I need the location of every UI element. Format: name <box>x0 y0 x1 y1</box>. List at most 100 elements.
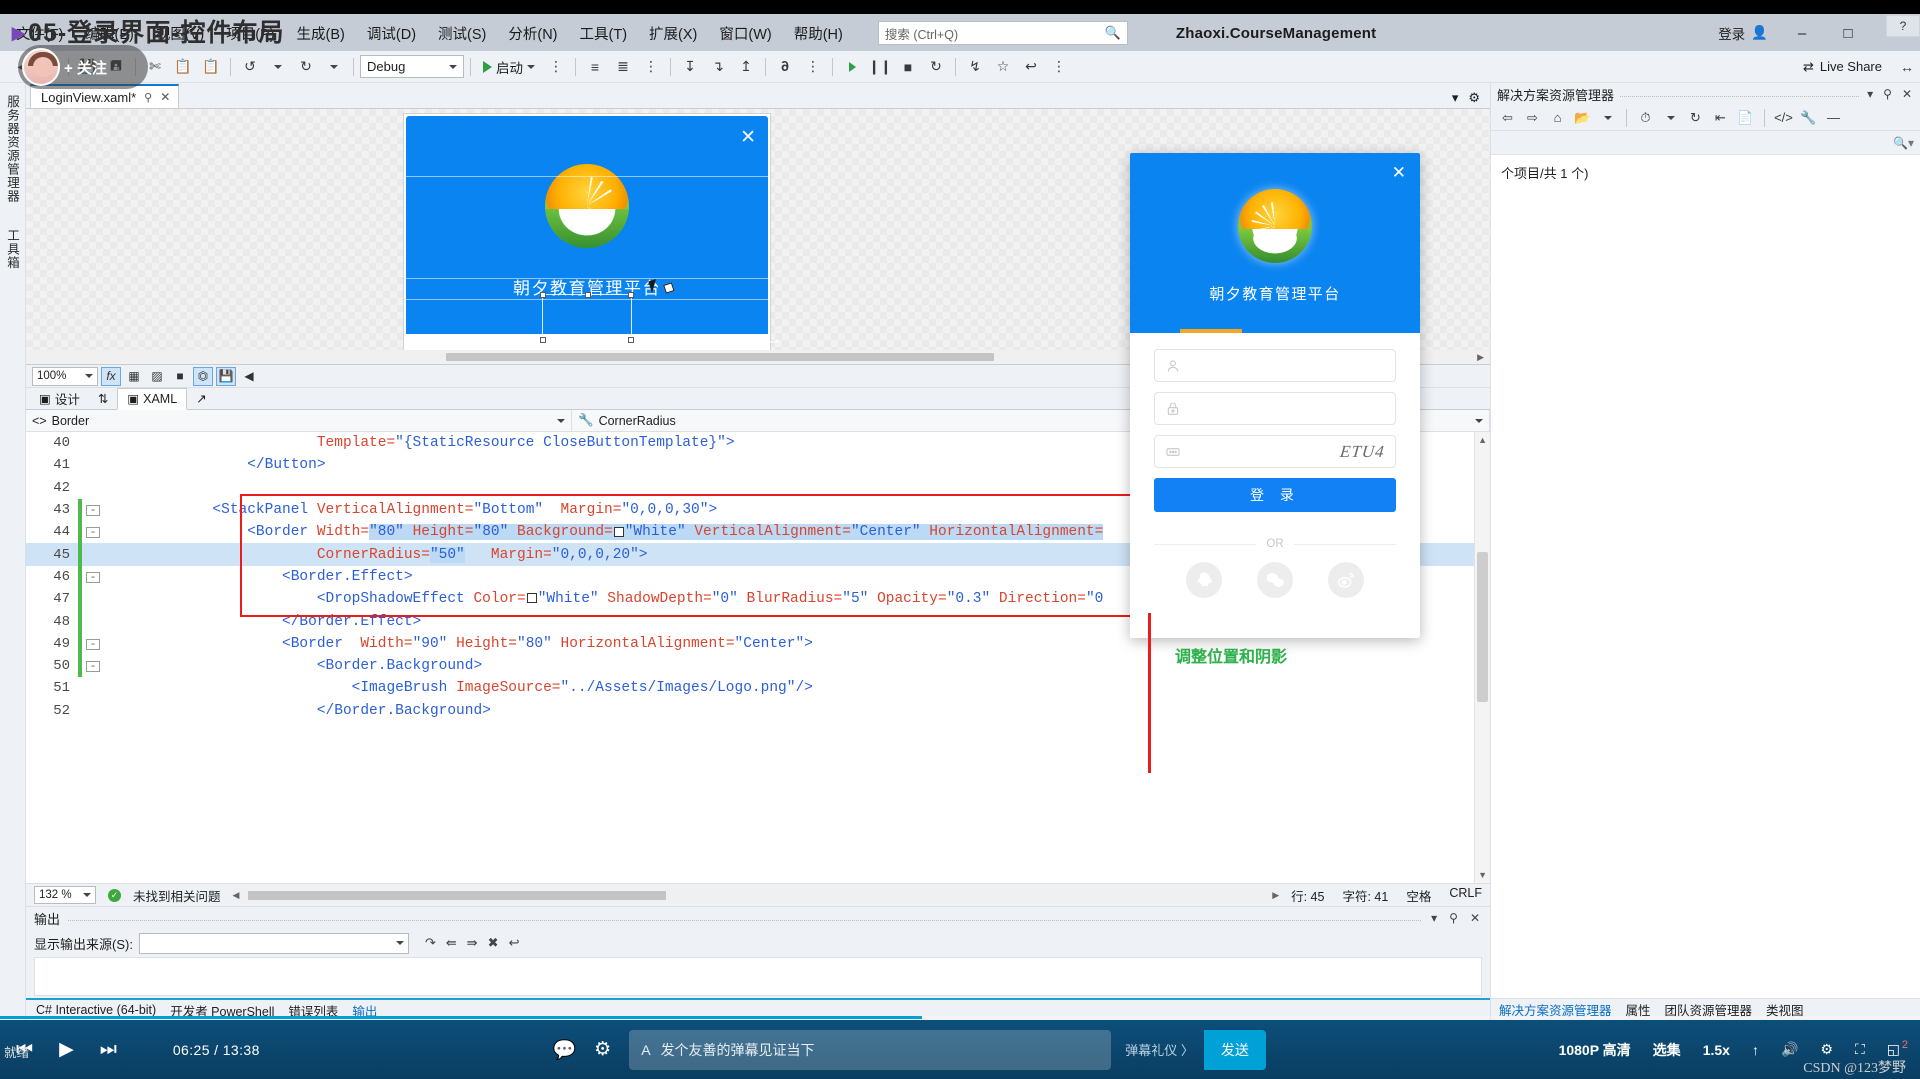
grid-icon[interactable]: ▦ <box>124 367 144 386</box>
clear-all-icon[interactable]: ✖ <box>488 935 499 951</box>
resize-handle-ne[interactable] <box>628 292 634 298</box>
swap-panes-button[interactable]: ⇅ <box>89 389 117 408</box>
pin-icon[interactable]: ⚲ <box>1881 87 1894 101</box>
resize-handle-n[interactable] <box>585 292 591 298</box>
tab-xaml-view[interactable]: ▣ XAML <box>117 387 188 410</box>
hscroll-left-arrow[interactable]: ◀ <box>233 890 240 901</box>
collapse-all-icon[interactable]: ⇤ <box>1710 107 1731 128</box>
chevron-down-icon[interactable]: ▾ <box>1452 90 1459 106</box>
paste-icon[interactable]: 📋 <box>198 55 224 79</box>
menu-item-test[interactable]: 测试(S) <box>427 18 497 49</box>
back-icon[interactable]: ⇦ <box>1497 107 1518 128</box>
redo-dropdown-icon[interactable] <box>321 55 347 79</box>
danmaku-settings-icon[interactable]: ⚙ <box>594 1038 611 1061</box>
sign-in-button[interactable]: 登录 👤 <box>1708 19 1778 47</box>
output-source-select[interactable] <box>138 932 409 954</box>
episodes-button[interactable]: 选集 <box>1653 1040 1681 1060</box>
fold-toggle[interactable]: - <box>86 505 100 517</box>
solution-explorer-tree[interactable]: 个项目/共 1 个) <box>1491 155 1920 998</box>
word-wrap-icon[interactable]: ↩ <box>509 935 520 951</box>
login-close-icon[interactable]: ✕ <box>1392 163 1406 183</box>
hscroll-thumb[interactable] <box>248 890 667 900</box>
menu-item-build[interactable]: 生成(B) <box>286 18 356 49</box>
margin-adorner-left[interactable]: ↼⇀ <box>406 334 428 350</box>
chevron-down-icon[interactable]: ▾ <box>1865 87 1875 101</box>
danmaku-etiquette-link[interactable]: 弹幕礼仪 〉 <box>1125 1040 1194 1059</box>
home-icon[interactable]: ⌂ <box>1547 107 1568 128</box>
chevron-down-icon[interactable]: ▾ <box>1429 911 1439 925</box>
quick-search-input[interactable]: 搜索 (Ctrl+Q) 🔍 <box>877 21 1128 45</box>
scroll-down-arrow[interactable]: ▼ <box>1478 870 1487 880</box>
minimize-button[interactable]: – <box>1780 18 1824 48</box>
fullscreen-icon[interactable]: ◱ 2 <box>1887 1039 1908 1058</box>
scroll-up-arrow[interactable]: ▲ <box>1478 435 1487 445</box>
rail-item-server-explorer[interactable]: 服务器资源管理器 <box>3 95 22 203</box>
restart-icon[interactable]: ↻ <box>923 55 949 79</box>
settings-icon[interactable]: ⚙ <box>1820 1041 1833 1058</box>
tab-csharp-interactive[interactable]: C# Interactive (64-bit) <box>36 1003 156 1017</box>
goto-prev-icon[interactable]: ⇚ <box>446 935 457 951</box>
step-out-icon[interactable]: ↥ <box>733 55 759 79</box>
redo-icon[interactable]: ↻ <box>293 55 319 79</box>
login-submit-button[interactable]: 登 录 <box>1154 478 1396 512</box>
fold-toggle[interactable]: - <box>86 527 100 539</box>
help-badge[interactable]: ? <box>1886 15 1920 37</box>
rail-item-toolbox[interactable]: 工具箱 <box>3 229 22 270</box>
output-text-area[interactable] <box>34 957 1482 996</box>
resize-handle-nw[interactable] <box>540 292 546 298</box>
more2-icon[interactable]: ⋮ <box>800 55 826 79</box>
send-danmaku-button[interactable]: 发送 <box>1203 1029 1266 1070</box>
solution-explorer-search[interactable]: 🔍▾ <box>1491 131 1920 155</box>
code-line[interactable]: 51 <ImageBrush ImageSource="../Assets/Im… <box>26 677 1490 699</box>
build-configuration-select[interactable]: Debug <box>360 55 464 78</box>
search-icon[interactable]: 🔍▾ <box>1893 136 1914 150</box>
hscroll-right-arrow[interactable]: ▶ <box>1272 890 1279 901</box>
pin-icon[interactable]: ⚲ <box>1447 911 1460 925</box>
rotate-center-handle[interactable] <box>585 337 592 344</box>
resize-handle-w[interactable] <box>540 337 546 343</box>
step-over-icon[interactable]: ↴ <box>705 55 731 79</box>
close-icon[interactable]: ✕ <box>1468 911 1482 925</box>
username-field[interactable] <box>1154 349 1396 382</box>
start-debug-button[interactable]: 启动 <box>477 55 541 79</box>
clear-output-icon[interactable]: ↷ <box>425 935 436 951</box>
play-icon[interactable]: ▶ <box>59 1038 74 1061</box>
maximize-button[interactable]: □ <box>1826 18 1870 48</box>
fold-toggle[interactable]: - <box>86 661 100 673</box>
bookmark-icon[interactable]: ☆ <box>990 55 1016 79</box>
next-icon[interactable]: ⏭ <box>100 1039 117 1061</box>
captcha-image-text[interactable]: ETU4 <box>1339 442 1386 462</box>
margin-adorner-right[interactable]: ↼⇀ <box>758 334 780 350</box>
wrench-icon[interactable]: 🔧 <box>1798 107 1819 128</box>
pin-icon[interactable]: ⚲ <box>144 91 152 104</box>
menu-item-debug[interactable]: 调试(D) <box>356 18 427 49</box>
designer-scroll-right-arrow[interactable]: ▶ <box>1477 352 1490 363</box>
volume-icon[interactable]: 🔊 <box>1781 1041 1798 1058</box>
code-vertical-scrollbar[interactable]: ▲ ▼ <box>1474 432 1490 883</box>
preview-close-icon[interactable]: ✕ <box>740 126 756 149</box>
editor-horizontal-scrollbar[interactable]: ◀ ▶ <box>232 888 1280 902</box>
contrast-icon[interactable]: ■ <box>170 367 190 386</box>
wechat-icon[interactable] <box>1256 562 1293 598</box>
menu-item-window[interactable]: 窗口(W) <box>708 18 782 49</box>
more-icon[interactable]: — <box>1823 107 1844 128</box>
help-arrow-icon[interactable]: ↩ <box>1018 55 1044 79</box>
hot-reload-icon[interactable]: ⋮ <box>543 55 569 79</box>
pending-changes-icon[interactable]: ⏱ <box>1635 107 1656 128</box>
stop-icon[interactable]: ■ <box>895 55 921 79</box>
fold-toggle[interactable]: - <box>86 571 100 583</box>
code-scroll-thumb[interactable] <box>1477 552 1488 702</box>
run-icon[interactable] <box>839 55 865 79</box>
speed-selector[interactable]: 1.5x <box>1703 1042 1730 1058</box>
tab-design-view[interactable]: ▣ 设计 <box>30 387 89 410</box>
resize-handle-e[interactable] <box>628 337 634 343</box>
gear-icon[interactable]: ⚙ <box>1468 90 1480 106</box>
live-preview-icon[interactable]: ≣ <box>610 55 636 79</box>
collapse-pane-icon[interactable]: ◀ <box>239 367 259 386</box>
pip-icon[interactable]: ⛶ <box>1855 1041 1865 1058</box>
designer-zoom-select[interactable]: 100% <box>32 366 98 386</box>
fold-toggle[interactable]: - <box>86 638 100 650</box>
sync-with-document-icon[interactable]: 📂 <box>1572 107 1593 128</box>
qq-icon[interactable] <box>1185 562 1222 598</box>
save-layout-icon[interactable]: 💾 <box>216 366 236 386</box>
